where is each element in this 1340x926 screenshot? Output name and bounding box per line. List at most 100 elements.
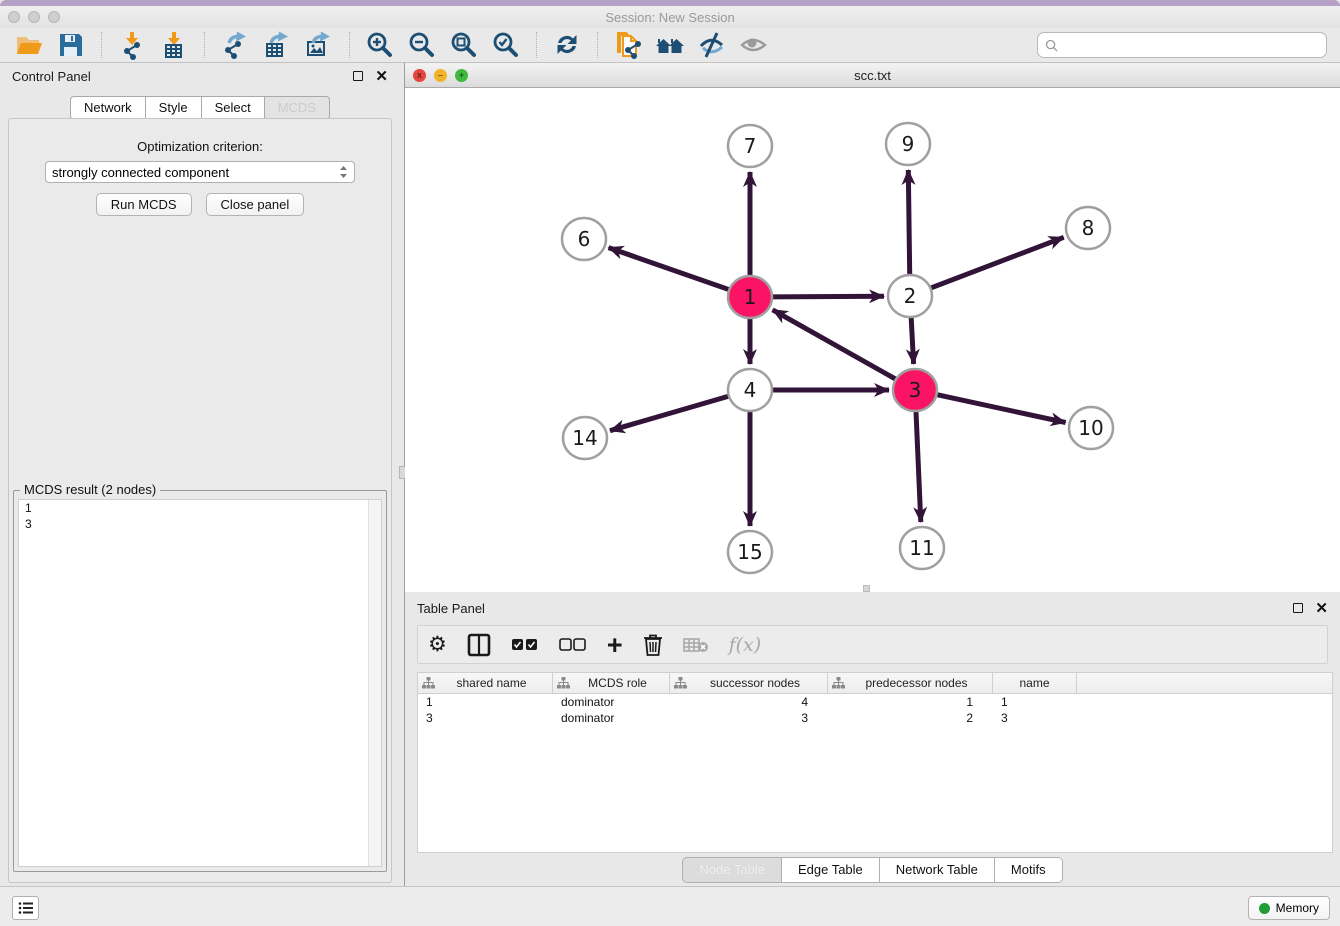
- import-table-icon[interactable]: [158, 30, 190, 60]
- svg-text:10: 10: [1078, 416, 1103, 440]
- graph-edge-1-2[interactable]: [772, 296, 884, 297]
- search-box[interactable]: [1037, 32, 1327, 58]
- hide-graphics-icon[interactable]: [696, 30, 728, 60]
- graph-node-2[interactable]: 2: [888, 275, 932, 317]
- tree-icon: [674, 677, 687, 689]
- mcds-result-item: 1: [19, 500, 381, 516]
- column-header-shared-name[interactable]: shared name: [418, 673, 553, 693]
- graph-node-11[interactable]: 11: [900, 527, 944, 569]
- settings-gear-icon[interactable]: ⚙: [428, 630, 447, 660]
- eye-disabled-icon[interactable]: [738, 30, 770, 60]
- control-panel-tabs: NetworkStyleSelectMCDS: [0, 96, 400, 120]
- graph-node-3[interactable]: 3: [893, 369, 937, 411]
- search-input[interactable]: [1063, 38, 1326, 52]
- graph-edge-2-8[interactable]: [931, 237, 1064, 288]
- column-header-name[interactable]: name: [993, 673, 1077, 693]
- save-icon[interactable]: [55, 30, 87, 60]
- refresh-icon[interactable]: [551, 30, 583, 60]
- tab-network-table[interactable]: Network Table: [880, 857, 995, 883]
- graph-edge-3-1[interactable]: [773, 310, 896, 379]
- memory-button[interactable]: Memory: [1248, 896, 1330, 920]
- table-row[interactable]: 1dominator411: [418, 694, 1332, 710]
- cell-successor-nodes[interactable]: 4: [670, 694, 828, 710]
- close-panel-button[interactable]: Close panel: [206, 193, 305, 216]
- graph-node-1[interactable]: 1: [728, 276, 772, 318]
- tab-mcds[interactable]: MCDS: [265, 96, 330, 120]
- table-body: 1dominator4113dominator323: [418, 694, 1332, 726]
- zoom-out-icon[interactable]: [406, 30, 438, 60]
- open-folder-icon[interactable]: [13, 30, 45, 60]
- network-resize-grip[interactable]: [863, 585, 870, 592]
- graph-node-6[interactable]: 6: [562, 218, 606, 260]
- homes-icon[interactable]: [654, 30, 686, 60]
- table-row[interactable]: 3dominator323: [418, 710, 1332, 726]
- cell-name[interactable]: 3: [993, 710, 1077, 726]
- mcds-result-list[interactable]: 13: [18, 499, 382, 867]
- svg-text:9: 9: [902, 132, 915, 156]
- mcds-panel: Optimization criterion: strongly connect…: [8, 118, 392, 883]
- graph-node-7[interactable]: 7: [728, 125, 772, 167]
- graph-node-9[interactable]: 9: [886, 123, 930, 165]
- control-panel-header: Control Panel ✕: [0, 63, 400, 89]
- cell-predecessor-nodes[interactable]: 2: [828, 710, 993, 726]
- add-row-icon[interactable]: +: [607, 630, 623, 660]
- table-float-icon[interactable]: [1293, 603, 1303, 613]
- toolbar-separator: [349, 32, 350, 58]
- column-header-MCDS-role[interactable]: MCDS role: [553, 673, 670, 693]
- tab-select[interactable]: Select: [202, 96, 265, 120]
- cell-MCDS-role[interactable]: dominator: [553, 710, 670, 726]
- cell-shared-name[interactable]: 1: [418, 694, 553, 710]
- tab-style[interactable]: Style: [146, 96, 202, 120]
- export-image-icon[interactable]: [303, 30, 335, 60]
- graph-node-4[interactable]: 4: [728, 369, 772, 411]
- tab-node-table[interactable]: Node Table: [682, 857, 782, 883]
- run-mcds-button[interactable]: Run MCDS: [96, 193, 192, 216]
- tab-network[interactable]: Network: [70, 96, 146, 120]
- tab-motifs[interactable]: Motifs: [995, 857, 1063, 883]
- zoom-fit-icon[interactable]: [448, 30, 480, 60]
- split-panel-icon[interactable]: [467, 630, 491, 660]
- graph-edge-3-11[interactable]: [916, 412, 921, 522]
- graph-node-15[interactable]: 15: [728, 531, 772, 573]
- delete-row-icon[interactable]: [643, 630, 663, 660]
- cell-name[interactable]: 1: [993, 694, 1077, 710]
- criterion-dropdown[interactable]: strongly connected component: [45, 161, 355, 183]
- select-all-icon[interactable]: [511, 630, 539, 660]
- export-table-icon[interactable]: [261, 30, 293, 60]
- close-panel-icon[interactable]: ✕: [375, 69, 388, 84]
- export-network-icon[interactable]: [219, 30, 251, 60]
- column-header-successor-nodes[interactable]: successor nodes: [670, 673, 828, 693]
- cell-predecessor-nodes[interactable]: 1: [828, 694, 993, 710]
- graph-edge-3-10[interactable]: [937, 395, 1066, 423]
- list-icon: [18, 901, 34, 915]
- svg-text:8: 8: [1082, 216, 1095, 240]
- zoom-selected-icon[interactable]: [490, 30, 522, 60]
- main-titlebar[interactable]: Session: New Session: [0, 6, 1340, 28]
- cell-shared-name[interactable]: 3: [418, 710, 553, 726]
- network-window-titlebar[interactable]: x – + scc.txt: [405, 63, 1340, 88]
- tab-edge-table[interactable]: Edge Table: [782, 857, 880, 883]
- deselect-all-icon[interactable]: [559, 630, 587, 660]
- column-header-predecessor-nodes[interactable]: predecessor nodes: [828, 673, 993, 693]
- float-panel-icon[interactable]: [353, 71, 363, 81]
- result-scrollbar[interactable]: [368, 500, 381, 866]
- graph-edge-1-6[interactable]: [609, 248, 730, 290]
- search-icon: [1045, 39, 1058, 52]
- table-close-icon[interactable]: ✕: [1315, 601, 1328, 616]
- network-doc-icon[interactable]: [612, 30, 644, 60]
- graph-edge-2-9[interactable]: [908, 170, 909, 274]
- network-canvas[interactable]: 7 9 6 8 1 2 4 3 14 10 15 11: [405, 88, 1338, 591]
- task-history-button[interactable]: [12, 896, 39, 920]
- graph-edge-2-3[interactable]: [911, 318, 913, 364]
- svg-text:4: 4: [744, 378, 757, 402]
- cell-successor-nodes[interactable]: 3: [670, 710, 828, 726]
- graph-node-14[interactable]: 14: [563, 417, 607, 459]
- cell-MCDS-role[interactable]: dominator: [553, 694, 670, 710]
- import-network-icon[interactable]: [116, 30, 148, 60]
- node-table[interactable]: shared nameMCDS rolesuccessor nodesprede…: [417, 672, 1333, 853]
- graph-node-8[interactable]: 8: [1066, 207, 1110, 249]
- graph-edge-4-14[interactable]: [610, 396, 729, 431]
- zoom-in-icon[interactable]: [364, 30, 396, 60]
- svg-text:11: 11: [909, 536, 934, 560]
- graph-node-10[interactable]: 10: [1069, 407, 1113, 449]
